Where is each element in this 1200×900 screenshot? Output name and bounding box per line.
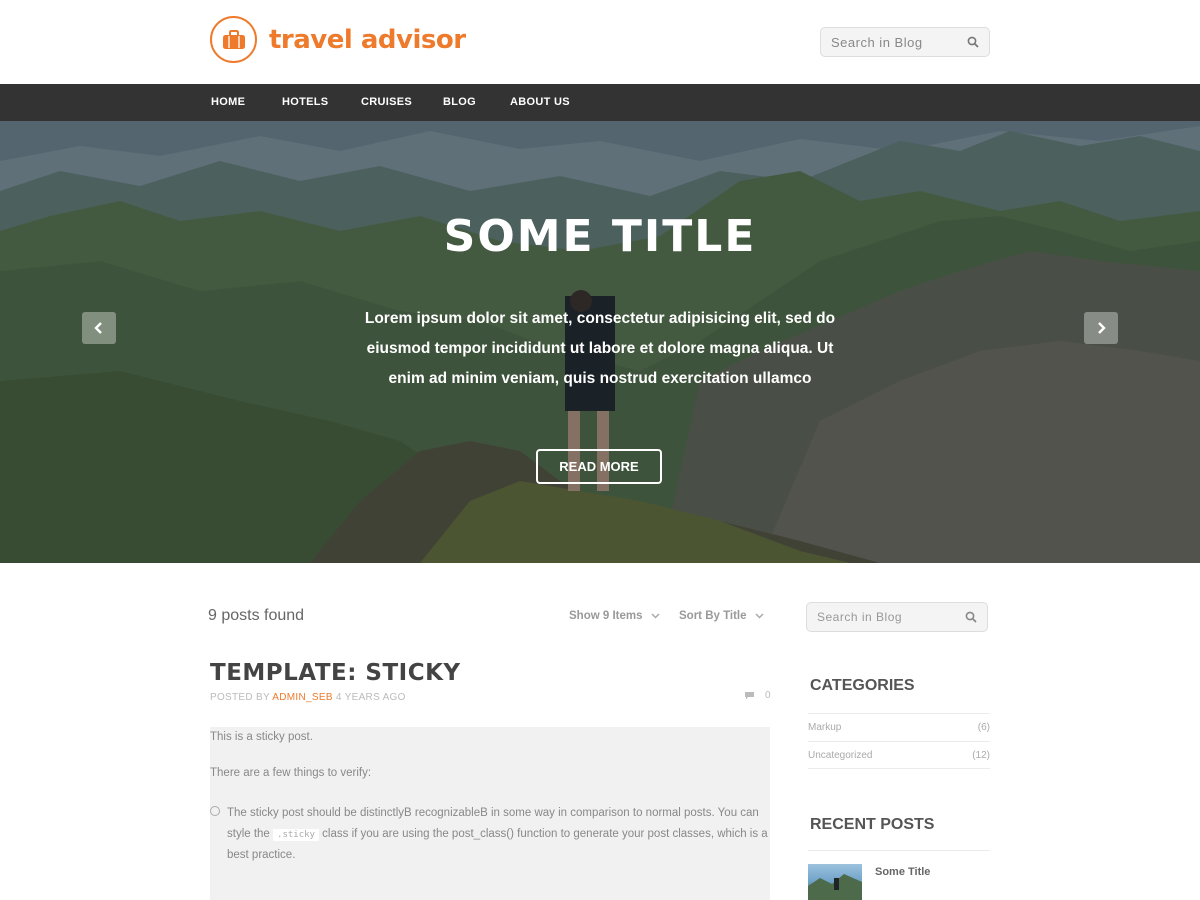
search-icon[interactable] <box>965 611 977 623</box>
post-meta: POSTED BY ADMIN_SEB 4 YEARS AGO <box>210 692 406 703</box>
nav-item-blog[interactable]: BLOG <box>443 96 476 108</box>
nav-item-hotels[interactable]: HOTELS <box>282 96 328 108</box>
comment-icon <box>745 692 754 700</box>
sort-label: Sort By Title <box>679 610 747 622</box>
hero-title: SOME TITLE <box>443 211 757 262</box>
slider-next-button[interactable] <box>1084 312 1118 344</box>
sidebar-search-input[interactable]: Search in Blog <box>806 602 988 632</box>
post-list-item: The sticky post should be distinctlyB re… <box>210 803 770 866</box>
brand-name: travel advisor <box>269 24 466 55</box>
recent-post-title[interactable]: Some Title <box>875 866 930 878</box>
site-header: travel advisor Search in Blog <box>0 0 1200 84</box>
hero-line-3: enim ad minim veniam, quis nostrud exerc… <box>388 370 812 387</box>
category-item[interactable]: Uncategorized (12) <box>808 741 990 769</box>
nav-item-home[interactable]: HOME <box>211 96 245 108</box>
recent-post-thumbnail[interactable] <box>808 864 862 900</box>
recent-posts-heading: RECENT POSTS <box>810 816 935 833</box>
slider-prev-button[interactable] <box>82 312 116 344</box>
logo[interactable]: travel advisor <box>210 16 466 63</box>
search-icon[interactable] <box>967 36 979 48</box>
post-age: 4 YEARS AGO <box>335 692 406 703</box>
post-paragraph: There are a few things to verify: <box>210 767 372 779</box>
post-meta-prefix: POSTED BY <box>210 692 270 703</box>
hero-line-1: Lorem ipsum dolor sit amet, consectetur … <box>364 310 836 327</box>
post-paragraph: This is a sticky post. <box>210 731 313 743</box>
divider <box>808 850 990 851</box>
chevron-down-icon <box>755 613 764 619</box>
chevron-right-icon <box>1098 322 1106 334</box>
suitcase-icon <box>210 16 257 63</box>
comment-count: 0 <box>765 690 771 701</box>
comments-link[interactable]: 0 <box>744 690 771 701</box>
category-count: (12) <box>972 749 990 761</box>
posts-count: 9 posts found <box>208 607 305 624</box>
post-author-link[interactable]: ADMIN_SEB <box>272 692 333 703</box>
inline-code: .sticky <box>273 828 319 841</box>
category-name: Markup <box>808 722 842 733</box>
search-placeholder: Search in Blog <box>817 610 903 624</box>
hero-line-2: eiusmod tempor incididunt ut labore et d… <box>366 340 834 357</box>
chevron-left-icon <box>94 322 102 334</box>
search-placeholder: Search in Blog <box>831 34 923 50</box>
sort-dropdown[interactable]: Sort By Title <box>679 610 764 622</box>
nav-item-about-us[interactable]: ABOUT US <box>510 96 570 108</box>
category-name: Uncategorized <box>808 749 873 761</box>
hero-slider: SOME TITLE Lorem ipsum dolor sit amet, c… <box>0 121 1200 563</box>
header-search-input[interactable]: Search in Blog <box>820 27 990 57</box>
post-title[interactable]: TEMPLATE: STICKY <box>210 660 461 686</box>
category-item[interactable]: Markup (6) <box>808 713 990 741</box>
show-items-label: Show 9 Items <box>569 610 643 622</box>
categories-heading: CATEGORIES <box>810 677 915 694</box>
nav-item-cruises[interactable]: CRUISES <box>361 96 412 108</box>
post-list-item-text: The sticky post should be distinctlyB re… <box>227 803 770 866</box>
read-more-button[interactable]: READ MORE <box>536 449 662 484</box>
category-count: (6) <box>977 722 990 733</box>
circle-bullet-icon <box>210 806 220 816</box>
chevron-down-icon <box>650 613 660 619</box>
show-items-dropdown[interactable]: Show 9 Items <box>569 610 660 622</box>
post-body: This is a sticky post. There are a few t… <box>210 727 770 900</box>
hero-description: Lorem ipsum dolor sit amet, consectetur … <box>335 304 865 394</box>
main-nav: HOME HOTELS CRUISES BLOG ABOUT US <box>0 84 1200 121</box>
